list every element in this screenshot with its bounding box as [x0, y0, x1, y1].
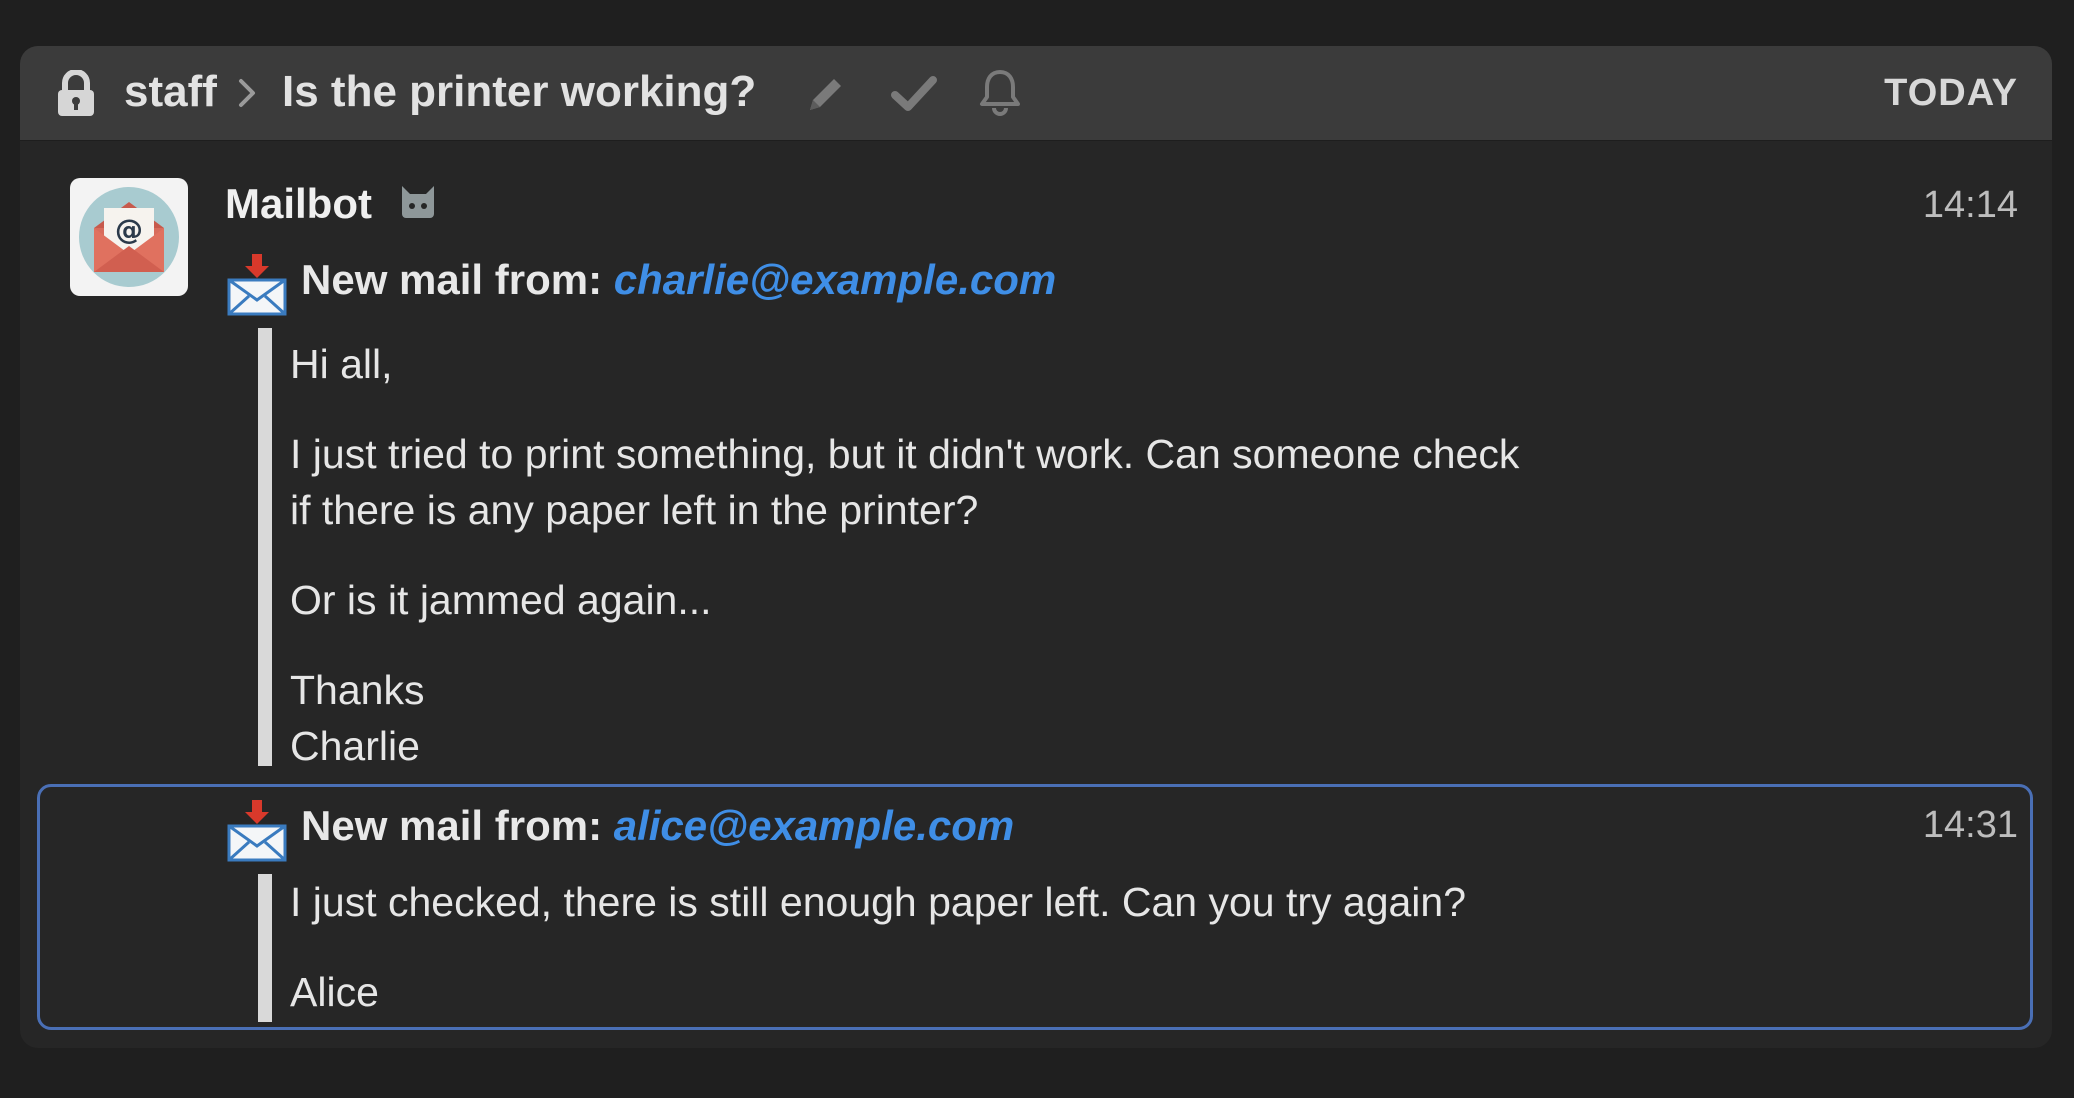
mail-envelope-icon: @ [79, 187, 179, 287]
body-line: Hi all, [290, 341, 393, 387]
topic-name[interactable]: Is the printer working? [282, 64, 756, 120]
body-line: Thanks [290, 667, 425, 713]
bot-icon [402, 186, 434, 218]
mail-header: New mail from: charlie@example.com [301, 252, 1056, 308]
chevron-right-icon [239, 79, 255, 107]
body-line: I just tried to print something, but it … [290, 431, 1520, 477]
mail-header: New mail from: alice@example.com [301, 798, 1014, 854]
check-icon[interactable] [890, 74, 938, 114]
stream-name[interactable]: staff [124, 64, 217, 120]
body-line: Or is it jammed again... [290, 577, 712, 623]
quote-bar [258, 328, 272, 766]
body-line: Alice [290, 969, 379, 1015]
lock-icon [58, 70, 94, 116]
bell-icon[interactable] [978, 68, 1022, 116]
message-time[interactable]: 14:31 [1923, 800, 2018, 850]
avatar[interactable]: @ [70, 178, 188, 296]
svg-text:@: @ [115, 213, 143, 246]
incoming-envelope-icon [227, 254, 287, 316]
body-line: Charlie [290, 723, 420, 769]
date-label: TODAY [1884, 72, 2018, 114]
quote-bar [258, 874, 272, 1022]
incoming-envelope-icon [227, 800, 287, 862]
sender-name[interactable]: Mailbot [225, 176, 372, 232]
mail-prefix: New mail from: [301, 802, 603, 849]
email-link[interactable]: charlie@example.com [614, 256, 1057, 303]
body-line: I just checked, there is still enough pa… [290, 879, 1467, 925]
message-panel: staff Is the printer working? TODAY @ Ma… [20, 46, 2052, 1048]
pencil-icon[interactable] [804, 72, 848, 116]
topic-header: staff Is the printer working? TODAY [20, 46, 2052, 141]
email-link[interactable]: alice@example.com [614, 802, 1015, 849]
body-line: if there is any paper left in the printe… [290, 487, 979, 533]
message-time[interactable]: 14:14 [1923, 180, 2018, 230]
mail-prefix: New mail from: [301, 256, 603, 303]
